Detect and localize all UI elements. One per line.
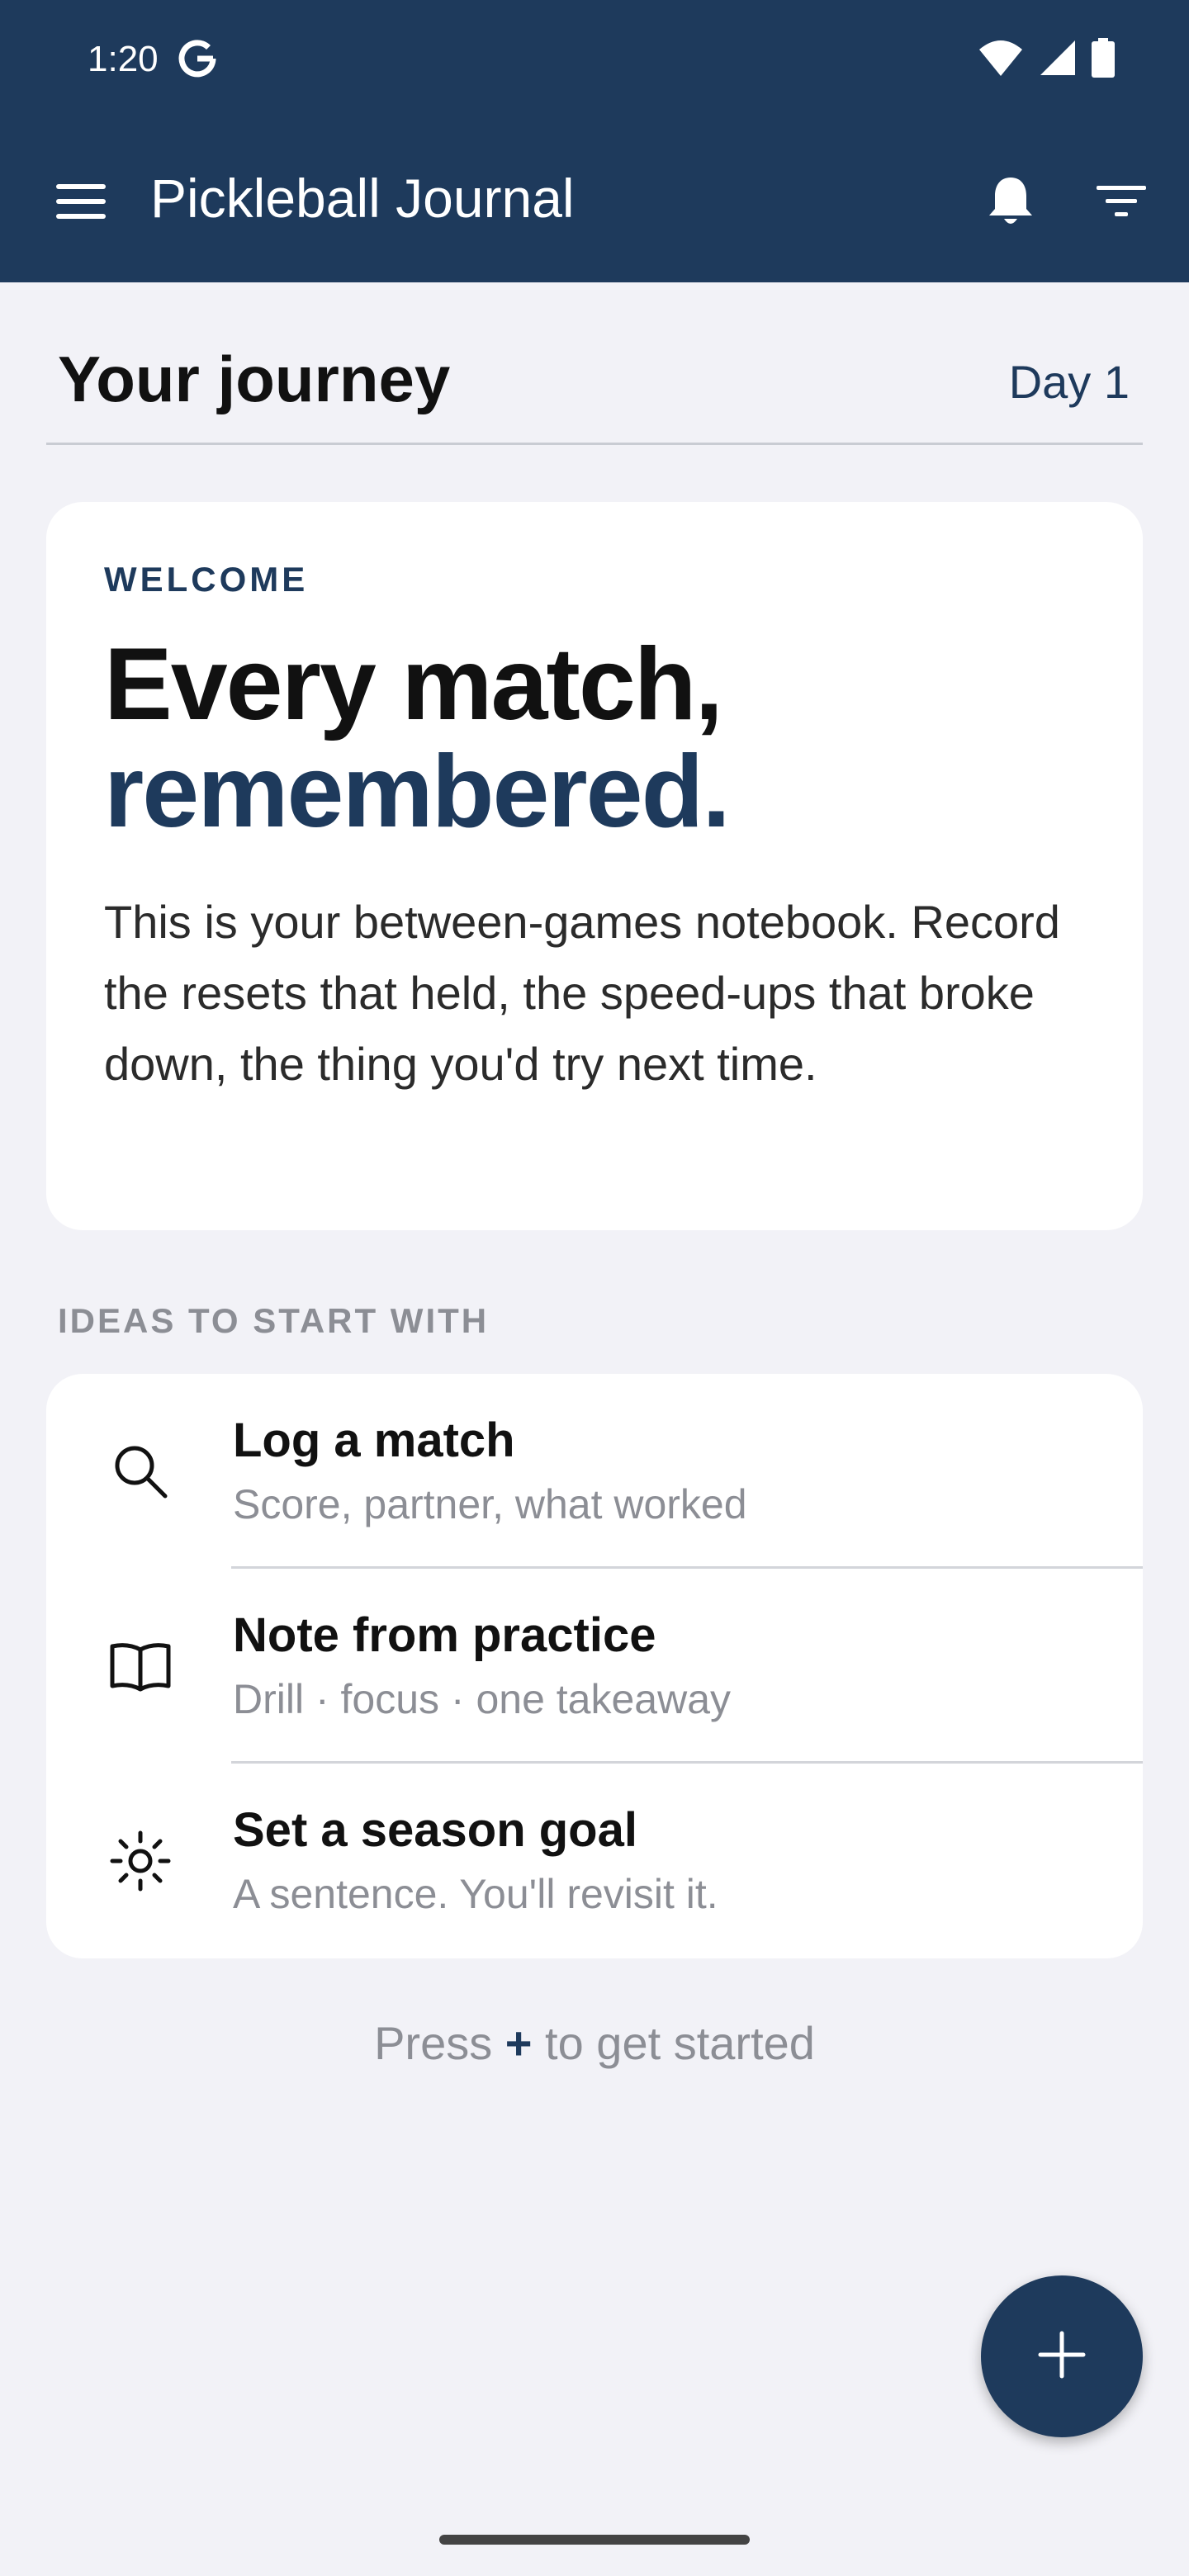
idea-title: Note from practice <box>233 1608 656 1662</box>
signal-icon <box>1039 39 1077 81</box>
idea-log-match[interactable]: Log a match Score, partner, what worked <box>46 1374 1143 1569</box>
google-g-icon <box>177 38 218 79</box>
hint-after: to get started <box>545 2017 815 2069</box>
add-entry-button[interactable] <box>981 2275 1143 2437</box>
welcome-card: WELCOME Every match, remembered. This is… <box>46 502 1143 1230</box>
bell-icon[interactable] <box>979 170 1042 233</box>
day-counter: Day 1 <box>1008 356 1130 408</box>
idea-title: Log a match <box>233 1413 515 1467</box>
status-icons <box>978 36 1115 83</box>
status-time: 1:20 <box>88 39 159 79</box>
ideas-list: Log a match Score, partner, what worked … <box>46 1374 1143 1958</box>
filter-icon[interactable] <box>1090 170 1153 233</box>
battery-icon <box>1092 37 1115 82</box>
idea-practice-note[interactable]: Note from practice Drill · focus · one t… <box>46 1569 1143 1764</box>
idea-subtitle: A sentence. You'll revisit it. <box>233 1871 718 1917</box>
hint-before: Press <box>374 2017 493 2069</box>
gesture-bar[interactable] <box>439 2535 750 2545</box>
search-icon <box>107 1438 173 1504</box>
idea-season-goal[interactable]: Set a season goal A sentence. You'll rev… <box>46 1764 1143 1958</box>
book-icon <box>107 1633 173 1699</box>
welcome-kicker: WELCOME <box>104 560 309 599</box>
welcome-headline: Every match, <box>104 627 723 741</box>
wifi-icon <box>978 38 1024 82</box>
idea-title: Set a season goal <box>233 1803 637 1857</box>
welcome-body: This is your between-games notebook. Rec… <box>104 896 1060 1090</box>
sun-icon <box>107 1828 173 1894</box>
plus-icon <box>1037 2330 1087 2384</box>
hint-plus: + <box>504 2017 533 2069</box>
get-started-hint: Press + to get started <box>0 2015 1189 2072</box>
ideas-section-label: IDEAS TO START WITH <box>58 1301 490 1340</box>
journey-header: Your journey Day 1 <box>46 330 1143 445</box>
journey-title: Your journey <box>58 343 451 415</box>
idea-subtitle: Drill · focus · one takeaway <box>233 1676 732 1722</box>
app-title: Pickleball Journal <box>150 168 575 229</box>
welcome-headline-accent: remembered. <box>104 735 731 849</box>
idea-subtitle: Score, partner, what worked <box>233 1481 747 1527</box>
menu-icon[interactable] <box>50 170 112 233</box>
app-bar: 1:20 Pickleball Journal <box>0 0 1189 282</box>
